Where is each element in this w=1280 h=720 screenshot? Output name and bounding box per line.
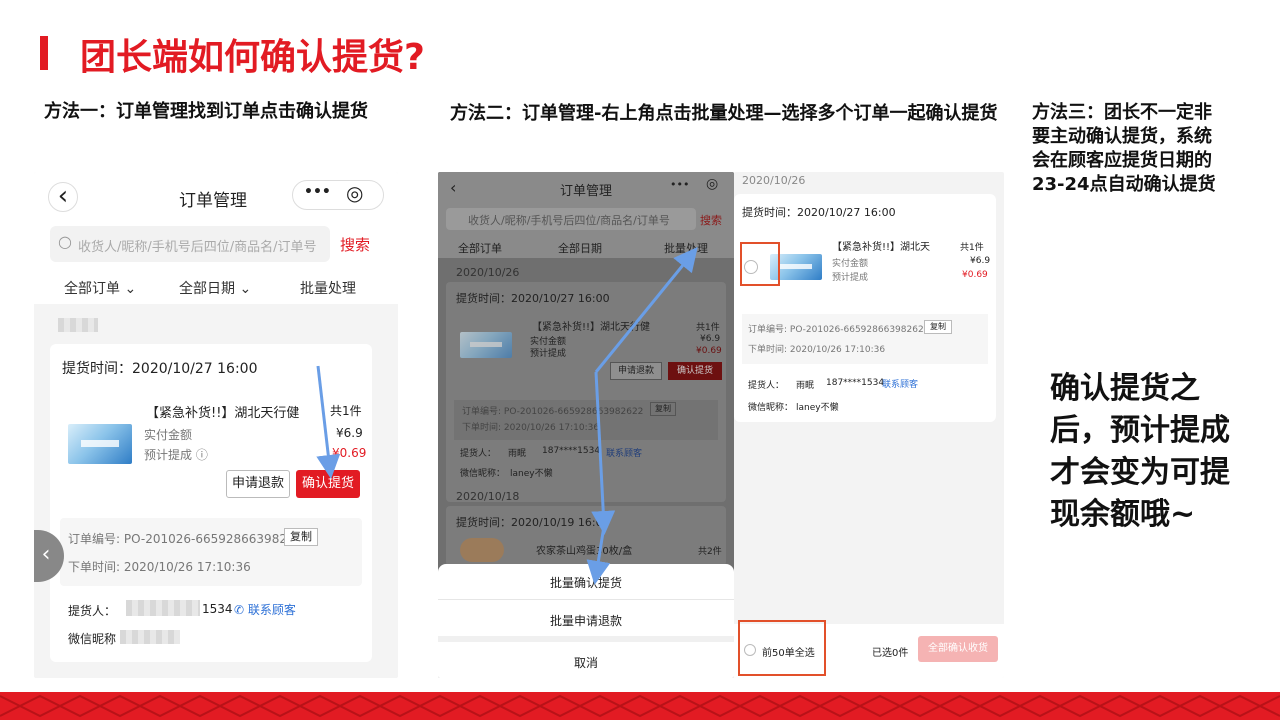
annotation-arrows [316,247,698,585]
arrow-to-batch [594,247,698,373]
note-text: 确认提货之后，预计提成才会变为可提现余额哦~ [1050,371,1230,532]
slide: 团长端如何确认提货? 方法一：订单管理找到订单点击确认提货 方法二：订单管理-右… [0,0,1280,720]
arrow-to-card [591,371,616,535]
bottom-decor-band [0,692,1280,720]
arrow-to-confirm [316,365,341,479]
arrow-to-sheet [586,525,611,585]
bottom-pattern [0,694,1280,718]
